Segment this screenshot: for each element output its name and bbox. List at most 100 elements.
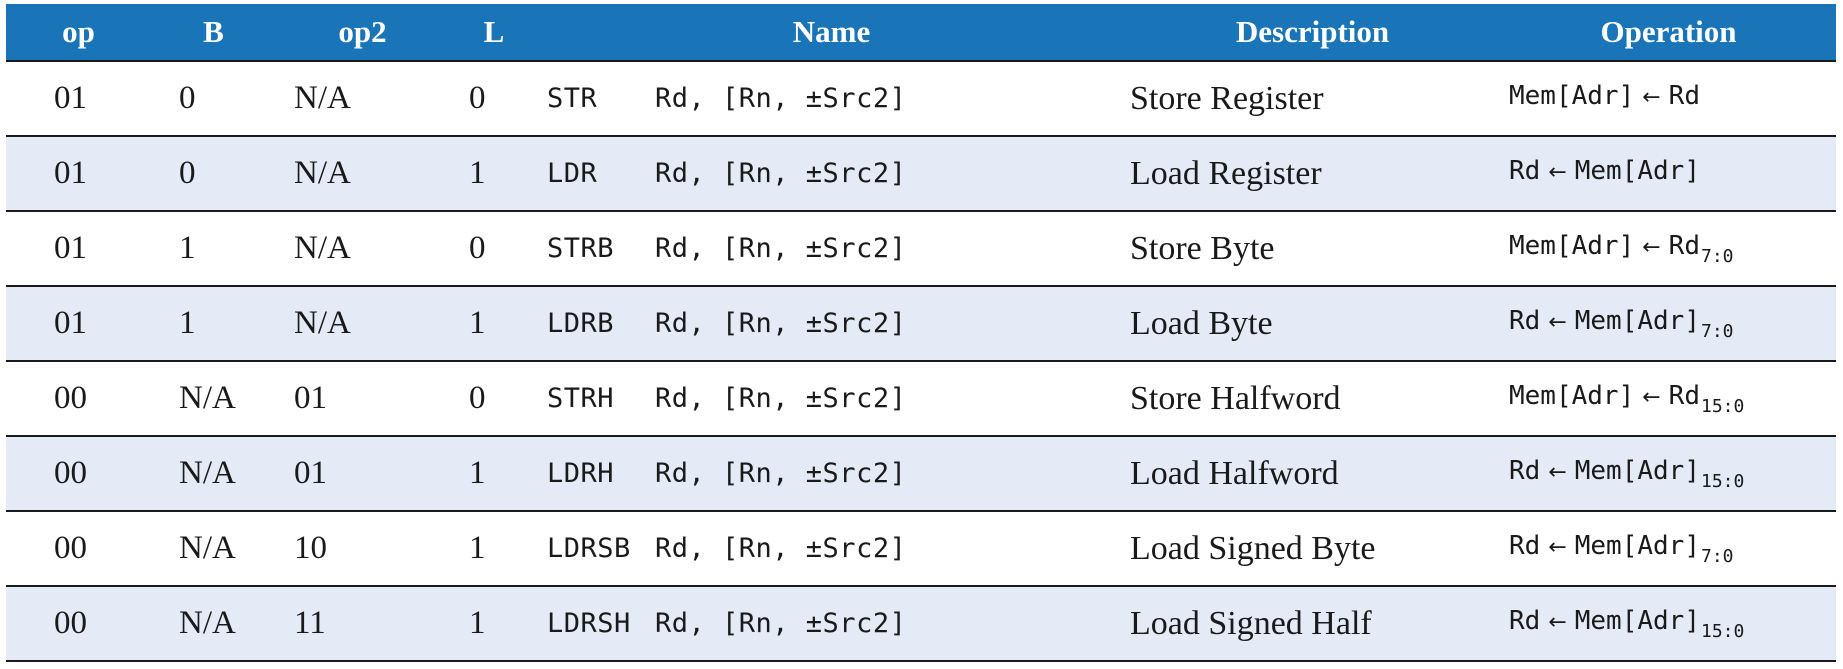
operation-right: Mem[Adr]	[1574, 155, 1700, 186]
cell-b: N/A	[151, 361, 276, 437]
mnemonic: LDRB	[547, 308, 615, 339]
operands: Rd, [Rn, ±Src2]	[655, 308, 907, 339]
cell-name: LDRB Rd, [Rn, ±Src2]	[539, 286, 1124, 362]
cell-op: 00	[6, 511, 151, 587]
left-arrow-icon: ←	[1548, 534, 1567, 560]
cell-name: LDRSB Rd, [Rn, ±Src2]	[539, 511, 1124, 587]
operation-left: Rd	[1509, 530, 1541, 561]
left-arrow-icon: ←	[1548, 159, 1567, 185]
operands: Rd, [Rn, ±Src2]	[655, 83, 907, 114]
cell-description: Store Halfword	[1124, 361, 1501, 437]
table-row: 00 N/A 11 1 LDRSH Rd, [Rn, ±Src2] Load Signed …	[6, 586, 1836, 662]
operation-left: Rd	[1509, 155, 1541, 186]
header-l: L	[483, 14, 505, 49]
operation-right: Mem[Adr]	[1574, 305, 1700, 336]
cell-op2: N/A	[276, 286, 449, 362]
cell-l: 0	[449, 361, 539, 437]
cell-name: STR Rd, [Rn, ±Src2]	[539, 60, 1124, 137]
mnemonic: STR	[547, 83, 598, 114]
operands: Rd, [Rn, ±Src2]	[655, 533, 907, 564]
header-name: Name	[792, 14, 871, 49]
bit-range-subscript: 7:0	[1700, 320, 1734, 342]
cell-b: N/A	[151, 436, 276, 512]
operands: Rd, [Rn, ±Src2]	[655, 383, 907, 414]
mnemonic: LDRSH	[547, 608, 631, 639]
bit-range-subscript: 15:0	[1700, 470, 1745, 492]
cell-l: 1	[449, 286, 539, 362]
operation-right: Mem[Adr]	[1574, 605, 1700, 636]
cell-l: 1	[449, 511, 539, 587]
cell-description: Store Byte	[1124, 211, 1501, 287]
header-op: op	[62, 14, 95, 49]
memory-instruction-table: op B op2 L Name Description Operation 01…	[6, 4, 1836, 662]
bit-range-subscript: 15:0	[1700, 620, 1745, 642]
operation-left: Rd	[1509, 305, 1541, 336]
cell-operation: Rd ← Mem[Adr]7:0	[1501, 511, 1836, 587]
cell-l: 0	[449, 211, 539, 287]
left-arrow-icon: ←	[1548, 609, 1567, 635]
table-row: 00 N/A 01 1 LDRH Rd, [Rn, ±Src2] Load Halfword…	[6, 436, 1836, 512]
bit-range-subscript: 7:0	[1700, 245, 1734, 267]
cell-b: N/A	[151, 511, 276, 587]
mnemonic: LDRSB	[547, 533, 631, 564]
cell-l: 0	[449, 60, 539, 137]
operands: Rd, [Rn, ±Src2]	[655, 158, 907, 189]
cell-op2: 01	[276, 436, 449, 512]
cell-operation: Mem[Adr] ← Rd	[1501, 60, 1836, 137]
cell-op2: N/A	[276, 211, 449, 287]
cell-description: Load Signed Byte	[1124, 511, 1501, 587]
table-row: 00 N/A 01 0 STRH Rd, [Rn, ±Src2] Store Halfwor…	[6, 361, 1836, 437]
cell-operation: Rd ← Mem[Adr]15:0	[1501, 586, 1836, 662]
cell-name: LDRH Rd, [Rn, ±Src2]	[539, 436, 1124, 512]
cell-op: 00	[6, 436, 151, 512]
cell-operation: Mem[Adr] ← Rd15:0	[1501, 361, 1836, 437]
table-body: 01 0 N/A 0 STR Rd, [Rn, ±Src2] Store Register M…	[6, 60, 1836, 662]
mnemonic: LDRH	[547, 458, 615, 489]
operation-right: Rd	[1668, 380, 1700, 411]
operation-right: Rd	[1668, 230, 1700, 261]
operands: Rd, [Rn, ±Src2]	[655, 458, 907, 489]
mnemonic: STRB	[547, 233, 615, 264]
table-row: 01 1 N/A 0 STRB Rd, [Rn, ±Src2] Store Byte Mem[…	[6, 211, 1836, 287]
operation-right: Mem[Adr]	[1574, 530, 1700, 561]
cell-op: 00	[6, 361, 151, 437]
left-arrow-icon: ←	[1642, 234, 1661, 260]
left-arrow-icon: ←	[1642, 384, 1661, 410]
cell-op: 01	[6, 286, 151, 362]
cell-op: 00	[6, 586, 151, 662]
cell-name: STRH Rd, [Rn, ±Src2]	[539, 361, 1124, 437]
operands: Rd, [Rn, ±Src2]	[655, 608, 907, 639]
operands: Rd, [Rn, ±Src2]	[655, 233, 907, 264]
cell-l: 1	[449, 436, 539, 512]
cell-b: 1	[151, 286, 276, 362]
header-b: B	[203, 14, 224, 49]
cell-op2: 10	[276, 511, 449, 587]
cell-operation: Mem[Adr] ← Rd7:0	[1501, 211, 1836, 287]
cell-name: STRB Rd, [Rn, ±Src2]	[539, 211, 1124, 287]
header-operation: Operation	[1600, 14, 1737, 49]
cell-operation: Rd ← Mem[Adr]	[1501, 136, 1836, 212]
cell-description: Load Halfword	[1124, 436, 1501, 512]
cell-op2: N/A	[276, 60, 449, 137]
header-op2: op2	[338, 14, 387, 49]
operation-left: Mem[Adr]	[1509, 230, 1635, 261]
cell-b: 0	[151, 60, 276, 137]
table-row: 01 0 N/A 0 STR Rd, [Rn, ±Src2] Store Register M…	[6, 60, 1836, 137]
operation-left: Mem[Adr]	[1509, 380, 1635, 411]
cell-description: Store Register	[1124, 60, 1501, 137]
operation-left: Mem[Adr]	[1509, 80, 1635, 111]
cell-operation: Rd ← Mem[Adr]7:0	[1501, 286, 1836, 362]
operation-right: Rd	[1668, 80, 1700, 111]
cell-b: 0	[151, 136, 276, 212]
cell-l: 1	[449, 136, 539, 212]
cell-op2: N/A	[276, 136, 449, 212]
table-row: 01 0 N/A 1 LDR Rd, [Rn, ±Src2] Load Register Rd…	[6, 136, 1836, 212]
left-arrow-icon: ←	[1642, 84, 1661, 110]
mnemonic: STRH	[547, 383, 615, 414]
cell-op2: 01	[276, 361, 449, 437]
operation-right: Mem[Adr]	[1574, 455, 1700, 486]
header-description: Description	[1235, 14, 1390, 49]
left-arrow-icon: ←	[1548, 459, 1567, 485]
bit-range-subscript: 7:0	[1700, 545, 1734, 567]
cell-b: 1	[151, 211, 276, 287]
